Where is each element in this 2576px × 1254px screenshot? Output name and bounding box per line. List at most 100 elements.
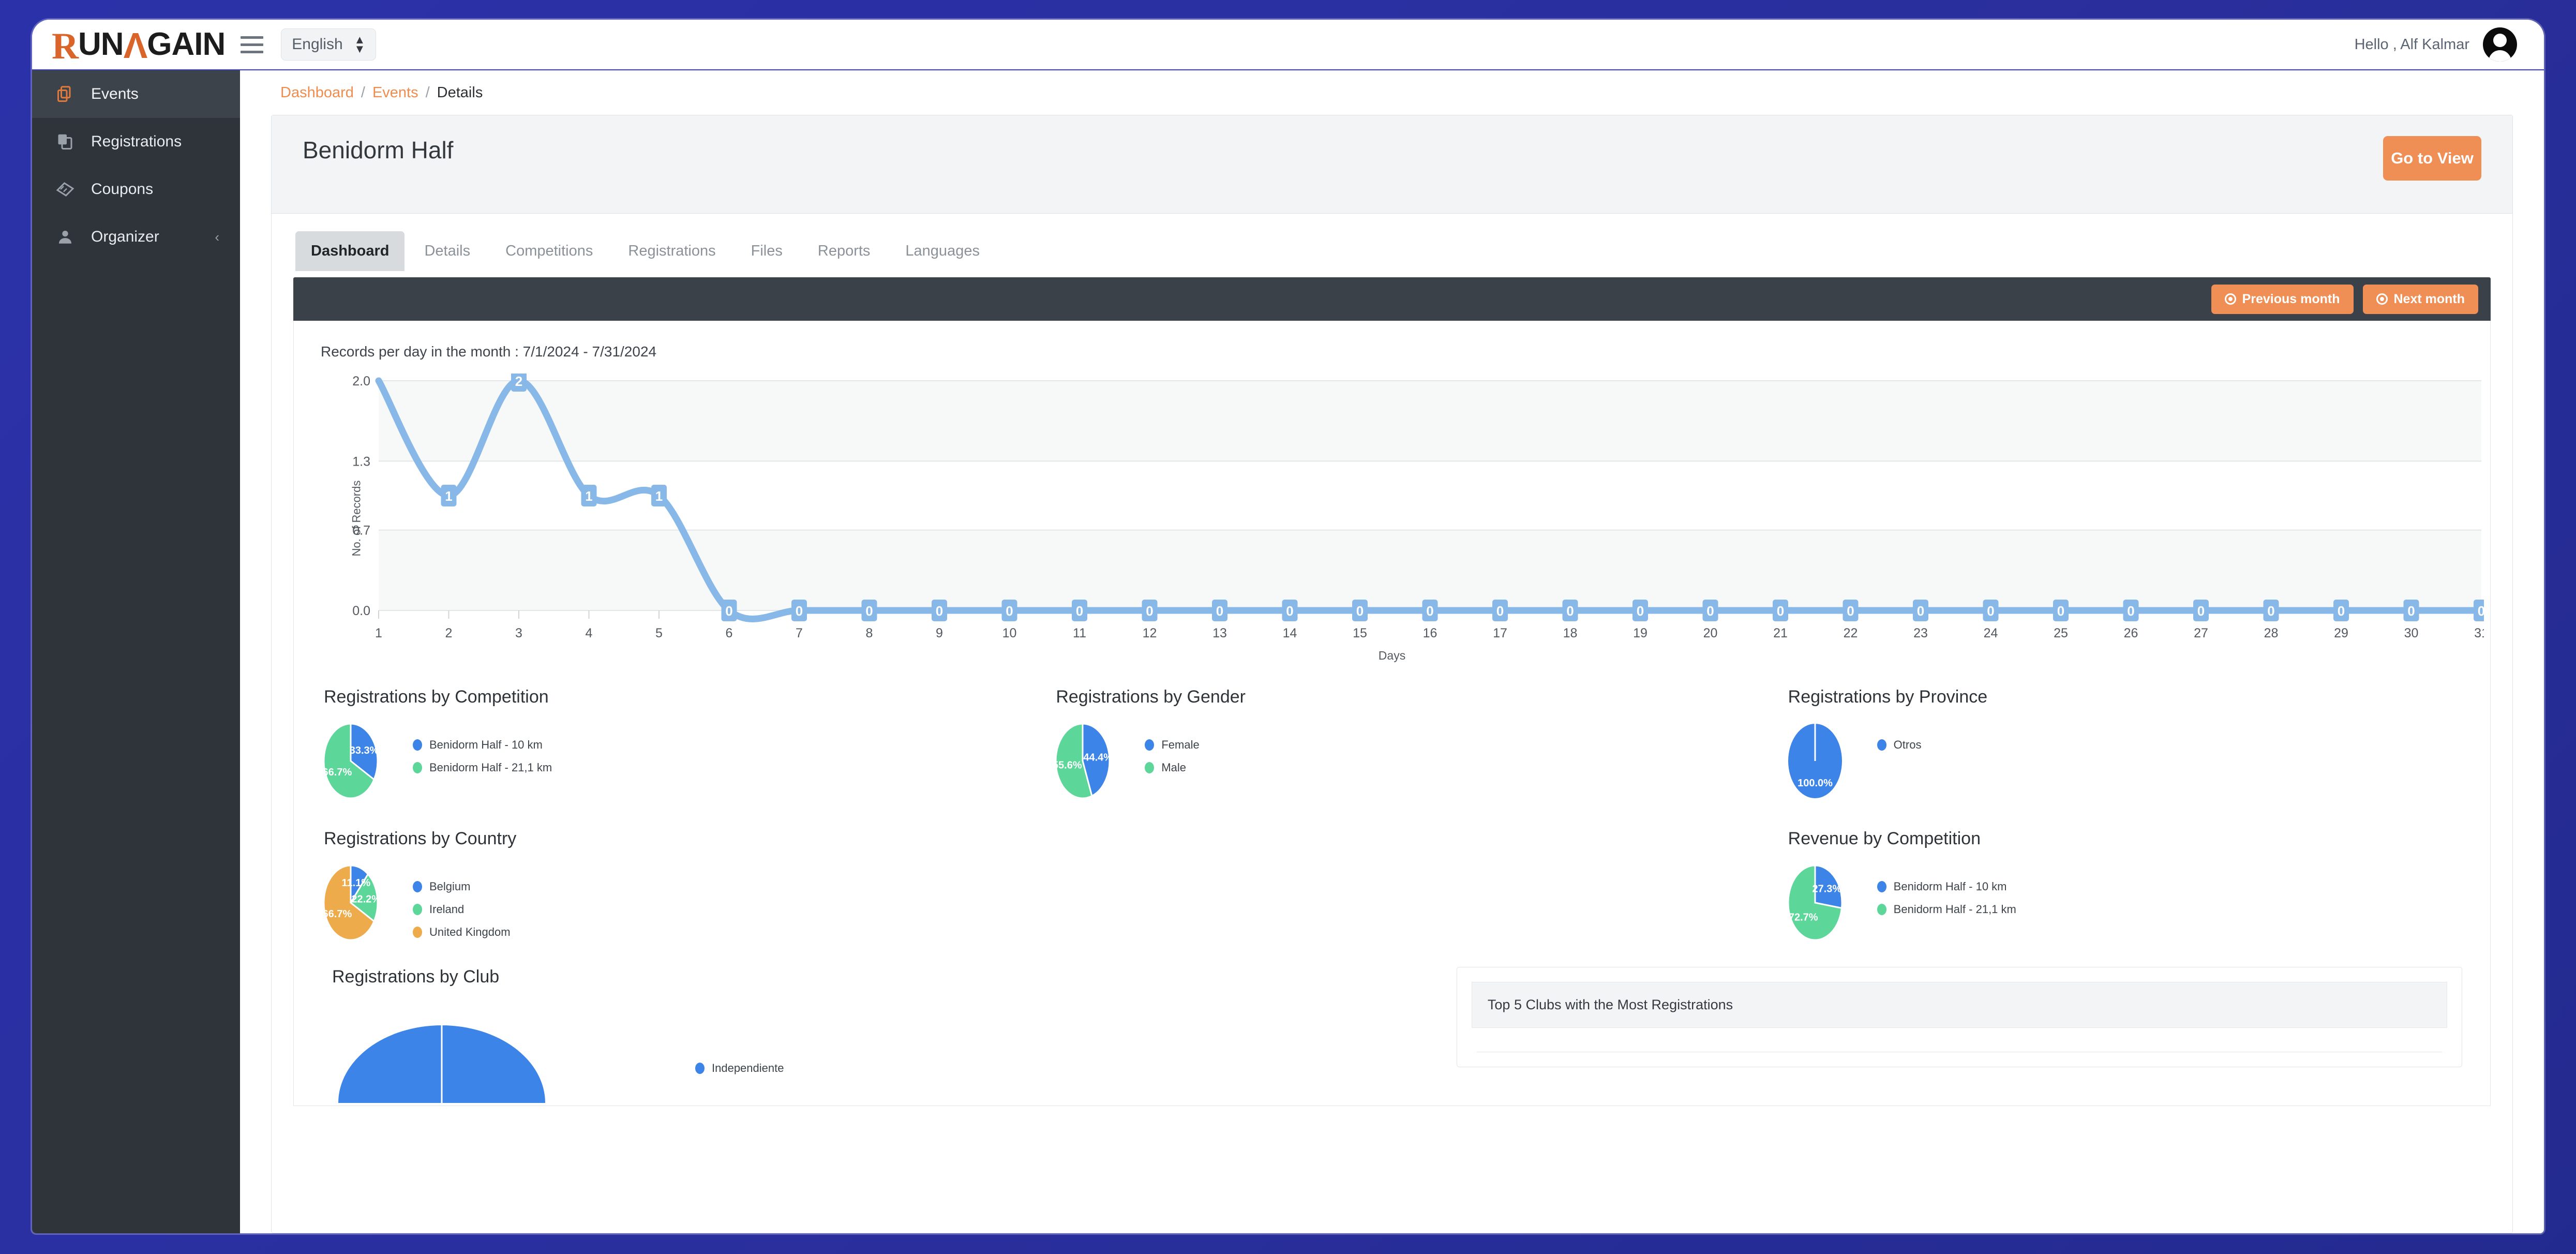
- tab-files[interactable]: Files: [736, 231, 798, 271]
- next-month-button[interactable]: Next month: [2362, 284, 2478, 314]
- svg-text:18: 18: [1563, 626, 1578, 640]
- documents-icon: [55, 84, 76, 104]
- legend-item[interactable]: Benidorm Half - 10 km: [413, 738, 552, 752]
- tab-details[interactable]: Details: [409, 231, 486, 271]
- sidebar-item-coupons[interactable]: Coupons: [32, 166, 240, 213]
- sidebar-item-label: Coupons: [91, 181, 154, 198]
- svg-text:0: 0: [2267, 603, 2274, 619]
- legend-label: Otros: [1893, 738, 1922, 751]
- breadcrumb-separator: /: [361, 84, 365, 101]
- registrations-by-province: Registrations by Province 100.0% Otros: [1758, 687, 2490, 805]
- top5-clubs-panel: Top 5 Clubs with the Most Registrations: [1436, 967, 2490, 1106]
- legend-item[interactable]: Independiente: [695, 1062, 784, 1075]
- breadcrumb-dashboard[interactable]: Dashboard: [280, 84, 354, 101]
- legend-item[interactable]: United Kingdom: [413, 925, 511, 939]
- svg-text:66.7%: 66.7%: [323, 908, 352, 920]
- hamburger-icon[interactable]: [241, 36, 264, 53]
- svg-text:0: 0: [2407, 603, 2415, 619]
- svg-text:22.2%: 22.2%: [351, 894, 381, 905]
- svg-text:5: 5: [655, 626, 663, 640]
- svg-text:0: 0: [796, 603, 803, 619]
- svg-text:2: 2: [445, 626, 453, 640]
- tab-dashboard[interactable]: Dashboard: [295, 231, 405, 271]
- legend-color-swatch: [1145, 762, 1155, 773]
- dashboard-panel: Records per day in the month : 7/1/2024 …: [293, 321, 2491, 1181]
- chart-legend: Belgium Ireland United Kingdom: [413, 861, 511, 948]
- sidebar-item-label: Registrations: [91, 133, 182, 150]
- tab-competitions[interactable]: Competitions: [490, 231, 608, 271]
- sidebar-item-registrations[interactable]: Registrations: [32, 118, 240, 166]
- chevron-left-icon: ‹: [215, 229, 219, 245]
- legend-label: Female: [1161, 738, 1200, 751]
- breadcrumb-separator: /: [425, 84, 430, 101]
- user-avatar-icon[interactable]: [2483, 27, 2517, 62]
- language-select[interactable]: English ▲ ▼: [281, 28, 377, 61]
- svg-text:21: 21: [1773, 626, 1788, 640]
- svg-text:0: 0: [865, 603, 873, 619]
- registrations-by-gender: Registrations by Gender 44.4% 55.6% Femal…: [1026, 687, 1758, 805]
- registrations-by-club: Registrations by Club Independiente: [294, 967, 1436, 1181]
- svg-text:25: 25: [2054, 626, 2068, 640]
- tab-registrations[interactable]: Registrations: [612, 231, 731, 271]
- svg-text:27: 27: [2194, 626, 2208, 640]
- svg-text:0: 0: [1006, 603, 1013, 619]
- line-chart-svg: 0.00.71.32.01 2 3 4 5 6 7 8 9 10 11 12 13 14 15 16 17 18 1…: [352, 374, 2484, 640]
- pie-chart: 44.4% 55.6%: [1046, 720, 1119, 805]
- svg-text:0: 0: [1496, 603, 1504, 619]
- tab-languages[interactable]: Languages: [890, 231, 995, 271]
- registrations-by-competition: Registrations by Competition 33.3% 66.7% …: [294, 687, 1026, 805]
- hamburger-bar: [241, 50, 264, 53]
- chart-title: Registrations by Province: [1788, 687, 1988, 707]
- svg-text:28: 28: [2264, 626, 2279, 640]
- legend-item[interactable]: Otros: [1877, 738, 1922, 752]
- svg-text:66.7%: 66.7%: [323, 767, 352, 778]
- legend-item[interactable]: Female: [1145, 738, 1200, 752]
- pie-chart: 11.1% 22.2% 66.7%: [314, 861, 387, 947]
- hamburger-bar: [241, 43, 264, 46]
- registrations-by-country: Registrations by Country 11.1% 22.2% 66.7%…: [294, 829, 1026, 948]
- legend-color-swatch: [413, 881, 422, 892]
- sidebar: Events Registrations Coupons Organizer ‹: [32, 70, 240, 1233]
- legend-label: Benidorm Half - 10 km: [429, 738, 543, 751]
- records-chart-title: Records per day in the month : 7/1/2024 …: [321, 344, 657, 360]
- user-icon: [55, 227, 76, 247]
- svg-text:26: 26: [2124, 626, 2138, 640]
- legend-item[interactable]: Benidorm Half - 10 km: [1877, 880, 2016, 893]
- legend-item[interactable]: Benidorm Half - 21,1 km: [413, 761, 552, 774]
- y-axis-label: No. of Records: [350, 480, 363, 557]
- top5-card: Top 5 Clubs with the Most Registrations: [1456, 967, 2462, 1067]
- circle-icon: [2224, 293, 2236, 305]
- chart-legend: Female Male: [1145, 720, 1200, 784]
- legend-color-swatch: [1877, 739, 1886, 751]
- svg-text:1: 1: [655, 488, 663, 504]
- legend-item[interactable]: Ireland: [413, 903, 511, 916]
- svg-text:0: 0: [2478, 603, 2484, 619]
- tab-reports[interactable]: Reports: [802, 231, 886, 271]
- svg-text:0: 0: [1777, 603, 1784, 619]
- sidebar-item-events[interactable]: Events: [32, 70, 240, 118]
- sidebar-item-organizer[interactable]: Organizer ‹: [32, 213, 240, 261]
- browser-screen: R UN Λ GAIN English ▲ ▼ Hello , Alf Kalmar E…: [32, 20, 2544, 1233]
- legend-label: Ireland: [429, 903, 465, 916]
- runagain-logo[interactable]: R UN Λ GAIN: [52, 26, 226, 65]
- legend-label: Male: [1161, 761, 1187, 774]
- chart-legend: Benidorm Half - 10 km Benidorm Half - 21…: [413, 720, 552, 784]
- top5-heading: Top 5 Clubs with the Most Registrations: [1471, 982, 2447, 1028]
- svg-text:0: 0: [1847, 603, 1854, 619]
- previous-month-button[interactable]: Previous month: [2211, 284, 2354, 314]
- svg-text:12: 12: [1143, 626, 1157, 640]
- svg-text:0: 0: [1146, 603, 1153, 619]
- svg-text:4: 4: [586, 626, 593, 640]
- svg-text:1: 1: [585, 488, 592, 504]
- svg-text:9: 9: [936, 626, 943, 640]
- legend-item[interactable]: Male: [1145, 761, 1199, 774]
- goto-view-button[interactable]: Go to View: [2383, 136, 2481, 181]
- pies-row-2: Registrations by Country 11.1% 22.2% 66.7%…: [294, 829, 2490, 948]
- logo-gain: GAIN: [147, 26, 226, 62]
- legend-item[interactable]: Belgium: [413, 880, 511, 893]
- breadcrumb-events[interactable]: Events: [372, 84, 418, 101]
- svg-text:1: 1: [375, 626, 382, 640]
- svg-text:2: 2: [515, 374, 522, 389]
- legend-color-swatch: [413, 762, 422, 773]
- legend-item[interactable]: Benidorm Half - 21,1 km: [1877, 903, 2016, 916]
